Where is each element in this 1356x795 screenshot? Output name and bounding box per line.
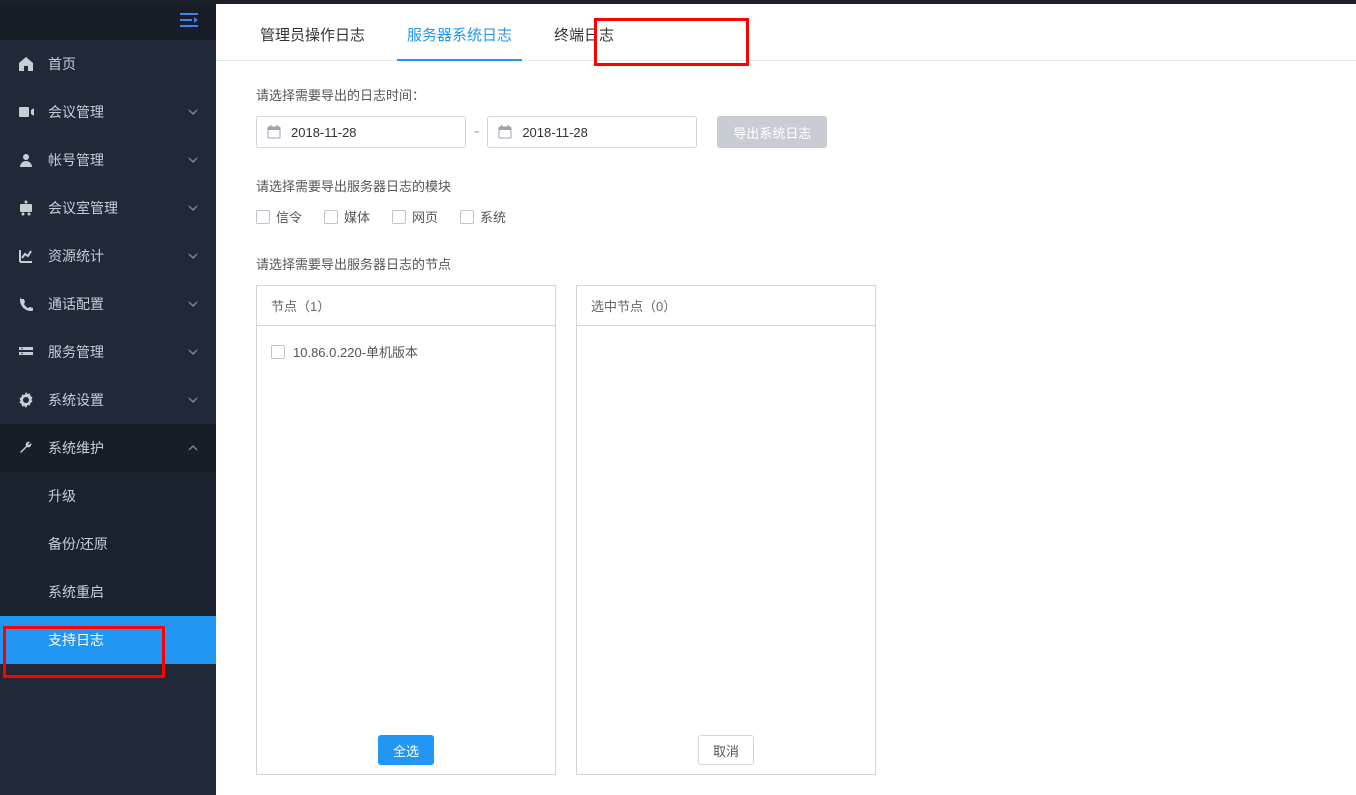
gear-icon	[18, 392, 38, 408]
sidebar-subitem-label: 升级	[48, 486, 76, 506]
account-icon	[18, 152, 38, 168]
sidebar: 首页 会议管理 帐号管理 会议室管理	[0, 0, 216, 795]
sidebar-item-meeting[interactable]: 会议管理	[0, 88, 216, 136]
sidebar-item-label: 系统维护	[48, 438, 104, 458]
sidebar-item-stats[interactable]: 资源统计	[0, 232, 216, 280]
sidebar-subitem-label: 备份/还原	[48, 534, 108, 554]
sidebar-item-label: 会议管理	[48, 102, 104, 122]
sidebar-subitem-support-log[interactable]: 支持日志	[0, 616, 216, 664]
nodes-panel-header: 节点（1）	[257, 286, 555, 326]
sidebar-item-home[interactable]: 首页	[0, 40, 216, 88]
checkbox-box	[256, 210, 270, 224]
checkbox-signal[interactable]: 信令	[256, 207, 302, 226]
sidebar-subitem-label: 支持日志	[48, 630, 104, 650]
checkbox-media[interactable]: 媒体	[324, 207, 370, 226]
sidebar-item-label: 会议室管理	[48, 198, 118, 218]
tab-server-log[interactable]: 服务器系统日志	[397, 10, 522, 61]
sidebar-subitem-label: 系统重启	[48, 582, 104, 602]
chevron-down-icon	[188, 301, 198, 307]
sidebar-item-phone[interactable]: 通话配置	[0, 280, 216, 328]
sidebar-subitem-backup[interactable]: 备份/还原	[0, 520, 216, 568]
sidebar-item-label: 通话配置	[48, 294, 104, 314]
checkbox-box	[392, 210, 406, 224]
chevron-down-icon	[188, 349, 198, 355]
sidebar-item-label: 服务管理	[48, 342, 104, 362]
wrench-icon	[18, 440, 38, 456]
sidebar-item-maintenance[interactable]: 系统维护	[0, 424, 216, 472]
date-separator: -	[474, 123, 479, 141]
home-icon	[18, 56, 38, 72]
sidebar-item-service[interactable]: 服务管理	[0, 328, 216, 376]
room-icon	[18, 200, 38, 216]
date-from-text: 2018-11-28	[291, 125, 357, 140]
checkbox-box	[324, 210, 338, 224]
phone-icon	[18, 296, 38, 312]
chevron-down-icon	[188, 205, 198, 211]
sidebar-header	[0, 0, 216, 40]
date-section-label: 请选择需要导出的日志时间：	[256, 85, 1316, 104]
checkbox-web[interactable]: 网页	[392, 207, 438, 226]
sidebar-item-label: 系统设置	[48, 390, 104, 410]
tabs: 管理员操作日志 服务器系统日志 终端日志	[216, 0, 1356, 61]
chevron-down-icon	[188, 157, 198, 163]
sidebar-subitem-upgrade[interactable]: 升级	[0, 472, 216, 520]
sidebar-item-label: 首页	[48, 54, 76, 74]
tab-label: 服务器系统日志	[407, 27, 512, 44]
date-row: 2018-11-28 - 2018-11-28 导出系统日志	[256, 116, 1316, 148]
checkbox-label: 系统	[480, 207, 506, 226]
sidebar-item-label: 帐号管理	[48, 150, 104, 170]
node-panels: 节点（1） 10.86.0.220-单机版本 全选 选中节点（0）	[256, 285, 1316, 775]
checkbox-box	[271, 345, 285, 359]
sidebar-item-account[interactable]: 帐号管理	[0, 136, 216, 184]
date-from-input[interactable]: 2018-11-28	[256, 116, 466, 148]
selected-panel-body	[577, 326, 875, 726]
chevron-down-icon	[188, 109, 198, 115]
calendar-icon	[498, 125, 512, 139]
cancel-button[interactable]: 取消	[698, 735, 754, 765]
chevron-up-icon	[188, 445, 198, 451]
stats-icon	[18, 248, 38, 264]
export-button[interactable]: 导出系统日志	[717, 116, 827, 148]
checkbox-label: 网页	[412, 207, 438, 226]
checkbox-system[interactable]: 系统	[460, 207, 506, 226]
tab-label: 管理员操作日志	[260, 27, 365, 44]
node-label: 10.86.0.220-单机版本	[293, 342, 418, 361]
sidebar-subitem-restart[interactable]: 系统重启	[0, 568, 216, 616]
main-content: 管理员操作日志 服务器系统日志 终端日志 请选择需要导出的日志时间： 2018-…	[216, 0, 1356, 795]
checkbox-label: 信令	[276, 207, 302, 226]
sidebar-item-label: 资源统计	[48, 246, 104, 266]
sidebar-item-settings[interactable]: 系统设置	[0, 376, 216, 424]
tab-admin-log[interactable]: 管理员操作日志	[250, 10, 375, 60]
node-item[interactable]: 10.86.0.220-单机版本	[271, 336, 541, 367]
meeting-icon	[18, 104, 38, 120]
module-checkboxes: 信令 媒体 网页 系统	[256, 207, 1316, 226]
selected-panel: 选中节点（0） 取消	[576, 285, 876, 775]
collapse-icon[interactable]	[180, 13, 198, 27]
tab-terminal-log[interactable]: 终端日志	[544, 10, 624, 60]
chevron-down-icon	[188, 253, 198, 259]
date-to-text: 2018-11-28	[522, 125, 588, 140]
nodes-panel-body: 10.86.0.220-单机版本	[257, 326, 555, 726]
checkbox-box	[460, 210, 474, 224]
date-to-input[interactable]: 2018-11-28	[487, 116, 697, 148]
checkbox-label: 媒体	[344, 207, 370, 226]
tab-label: 终端日志	[554, 27, 614, 44]
calendar-icon	[267, 125, 281, 139]
nodes-panel: 节点（1） 10.86.0.220-单机版本 全选	[256, 285, 556, 775]
chevron-down-icon	[188, 397, 198, 403]
nodes-panel-footer: 全选	[257, 726, 555, 774]
sidebar-item-room[interactable]: 会议室管理	[0, 184, 216, 232]
selected-panel-header: 选中节点（0）	[577, 286, 875, 326]
node-section-label: 请选择需要导出服务器日志的节点	[256, 254, 1316, 273]
select-all-button[interactable]: 全选	[378, 735, 434, 765]
module-section-label: 请选择需要导出服务器日志的模块	[256, 176, 1316, 195]
selected-panel-footer: 取消	[577, 726, 875, 774]
service-icon	[18, 344, 38, 360]
